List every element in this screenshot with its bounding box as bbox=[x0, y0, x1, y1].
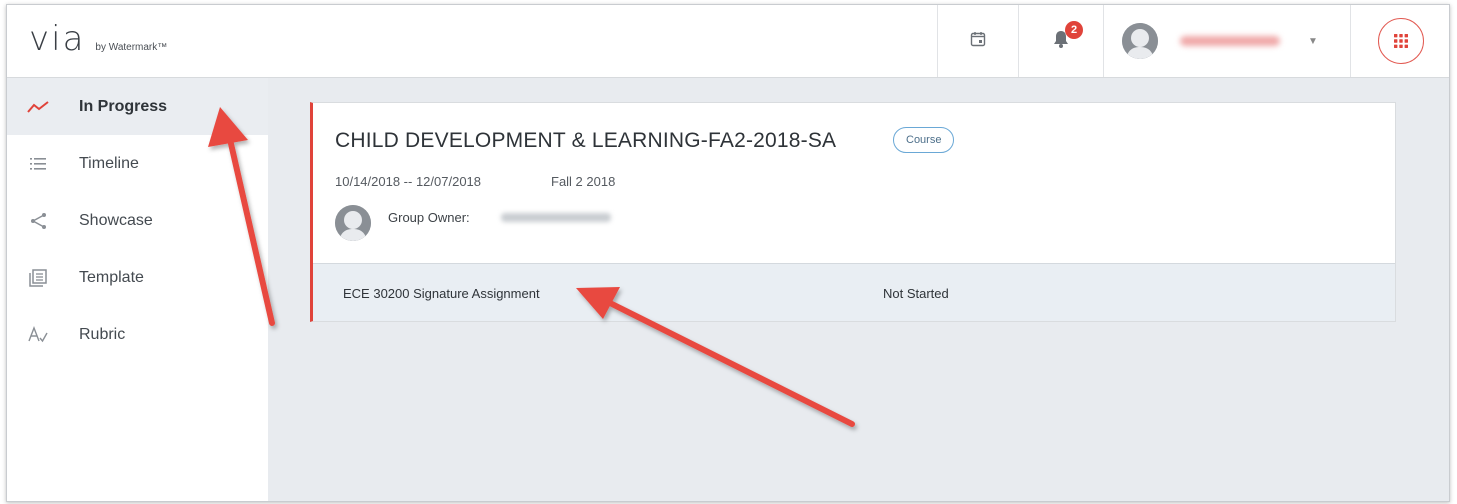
sidebar-nav: In Progress Timeline Showcase Template R… bbox=[7, 78, 268, 501]
via-logo[interactable]: via by Watermark™ bbox=[29, 19, 167, 63]
assignment-status: Not Started bbox=[883, 286, 949, 301]
share-icon bbox=[27, 210, 49, 232]
sidebar-item-label: In Progress bbox=[79, 97, 168, 115]
course-title[interactable]: CHILD DEVELOPMENT & LEARNING-FA2-2018-SA bbox=[335, 129, 836, 153]
owner-avatar bbox=[335, 205, 371, 241]
sidebar-item-rubric[interactable]: Rubric bbox=[7, 306, 268, 363]
sidebar-item-label: Showcase bbox=[79, 211, 153, 229]
sidebar-item-label: Timeline bbox=[79, 154, 139, 172]
assignment-row[interactable]: ECE 30200 Signature Assignment Not Start… bbox=[313, 263, 1395, 321]
chevron-down-icon: ▼ bbox=[1308, 35, 1318, 47]
notification-badge: 2 bbox=[1065, 21, 1083, 39]
sidebar-item-timeline[interactable]: Timeline bbox=[7, 135, 268, 192]
logo-subtext: by Watermark™ bbox=[95, 42, 168, 53]
sidebar-item-in-progress[interactable]: In Progress bbox=[7, 78, 268, 135]
user-menu[interactable]: ▼ bbox=[1103, 5, 1350, 77]
rubric-icon bbox=[27, 324, 49, 346]
user-avatar bbox=[1122, 23, 1158, 59]
sidebar-item-label: Rubric bbox=[79, 325, 126, 343]
username-redacted bbox=[1180, 36, 1280, 46]
template-icon bbox=[27, 267, 49, 289]
owner-name-redacted bbox=[501, 213, 611, 222]
calendar-icon bbox=[970, 31, 986, 52]
sidebar-item-showcase[interactable]: Showcase bbox=[7, 192, 268, 249]
notifications-button[interactable]: 2 bbox=[1018, 5, 1103, 77]
course-type-badge: Course bbox=[893, 127, 955, 153]
sidebar-item-label: Template bbox=[79, 268, 144, 286]
course-dates: 10/14/2018 -- 12/07/2018 bbox=[335, 174, 482, 189]
assignment-name[interactable]: ECE 30200 Signature Assignment bbox=[343, 286, 540, 301]
calendar-button[interactable] bbox=[937, 5, 1018, 77]
app-window: via by Watermark™ 2 ▼ In Progress Timeli… bbox=[6, 4, 1450, 502]
trend-line-icon bbox=[27, 96, 49, 118]
apps-grid-icon bbox=[1377, 18, 1424, 64]
course-term: Fall 2 2018 bbox=[551, 174, 616, 189]
logo-text: via bbox=[29, 19, 86, 59]
course-card[interactable]: CHILD DEVELOPMENT & LEARNING-FA2-2018-SA… bbox=[310, 102, 1396, 322]
sidebar-item-template[interactable]: Template bbox=[7, 249, 268, 306]
list-icon bbox=[27, 153, 49, 175]
top-header: via by Watermark™ 2 ▼ bbox=[7, 5, 1449, 78]
apps-menu-button[interactable] bbox=[1350, 5, 1449, 77]
group-owner-label: Group Owner: bbox=[388, 210, 470, 225]
